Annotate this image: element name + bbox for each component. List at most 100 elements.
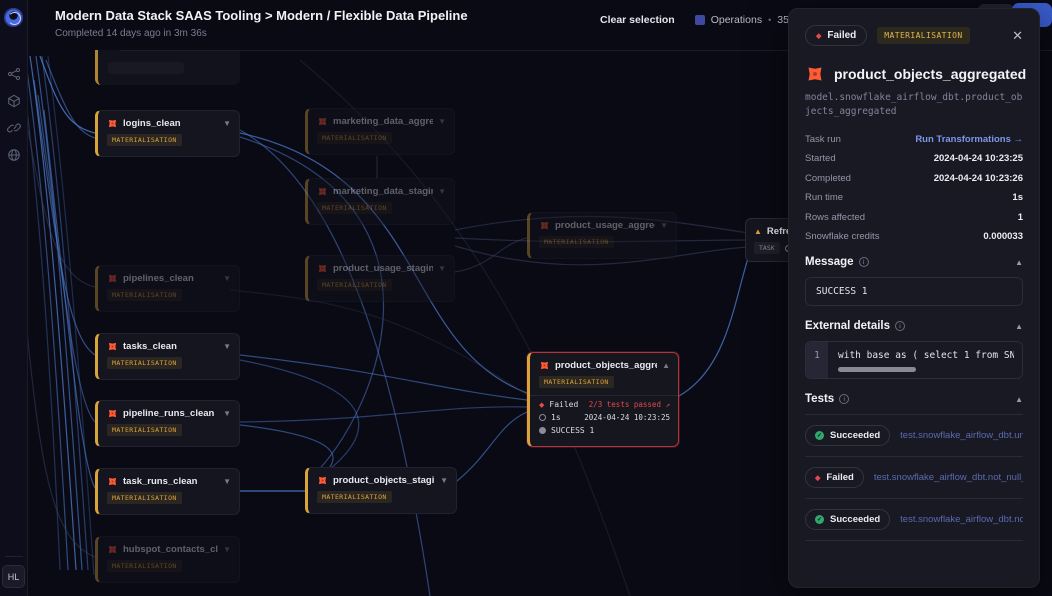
node-pipeline_runs_clean[interactable]: pipeline_runs_clean ▼ MATERIALISATION [95,400,240,447]
collapse-icon[interactable]: ▲ [1015,395,1023,404]
node-tasks_clean[interactable]: tasks_clean ▼ MATERIALISATION [95,333,240,380]
chevron-down-icon[interactable]: ▼ [223,545,231,554]
detail-row: Snowflake credits 0.000033 [805,231,1023,242]
detail-row: Started 2024-04-24 10:23:25 [805,153,1023,164]
test-status-badge: ✓ Succeeded [805,425,890,446]
info-icon[interactable]: i [895,321,905,331]
test-status-badge: ◆ Failed [805,467,864,488]
failed-diamond-icon: ◆ [815,474,820,482]
node-partial-badge [108,62,184,74]
node-label: product_objects_aggregated [555,360,657,371]
node-product_usage_staging[interactable]: product_usage_staging ▼ MATERIALISATION [305,255,455,302]
collapse-icon[interactable]: ▲ [1015,258,1023,267]
chevron-down-icon[interactable]: ▼ [223,477,231,486]
node-runtime: 1s [551,413,561,422]
globe-icon[interactable] [5,146,23,164]
failed-diamond-icon: ◆ [816,32,821,40]
pipelines-graph-icon[interactable] [5,65,23,83]
test-link[interactable]: test.snowflake_airflow_dbt.unique_pro [900,430,1023,441]
message-box: SUCCESS 1 [805,277,1023,306]
node-details-panel: ◆ Failed MATERIALISATION ✕ product_objec… [788,8,1040,588]
cube-icon[interactable] [5,92,23,110]
info-icon[interactable]: i [859,257,869,267]
chevron-up-icon[interactable]: ▲ [662,361,670,370]
status-badge-label: Failed [827,30,856,41]
check-circle-icon: ✓ [815,431,824,440]
node-label: pipeline_runs_clean [123,408,214,419]
detail-label: Completed [805,173,851,184]
operations-counter[interactable]: Operations • 35 [695,14,789,26]
detail-value: 2024-04-24 10:23:26 [934,173,1023,184]
node-marketing_data_aggregated[interactable]: marketing_data_aggregated ▼ MATERIALISAT… [305,108,455,155]
detail-value: 2024-04-24 10:23:25 [934,153,1023,164]
tests-section-title: Tests [805,393,834,405]
status-badge: ◆ Failed [805,25,867,46]
chevron-down-icon[interactable]: ▼ [660,221,668,230]
tests-summary-link[interactable]: 2/3 tests passed ↗ [589,400,670,409]
node-marketing_data_staging[interactable]: marketing_data_staging ▼ MATERIALISATION [305,178,455,225]
test-link[interactable]: test.snowflake_airflow_dbt.not_null_pr [874,472,1023,483]
dbt-icon [539,360,550,371]
dbt-icon [317,116,328,127]
code-line-number: 1 [806,342,828,378]
detail-label: Started [805,153,836,164]
failed-diamond-icon: ◆ [539,401,544,409]
info-icon[interactable]: i [839,394,849,404]
close-icon[interactable]: ✕ [1012,28,1023,44]
user-avatar[interactable]: HL [2,565,25,588]
node-product_usage_aggregated[interactable]: product_usage_aggregated ▼ MATERIALISATI… [527,212,677,259]
node-label: product_usage_staging [333,263,433,274]
materialisation-badge: MATERIALISATION [107,492,182,504]
chevron-down-icon[interactable]: ▼ [223,119,231,128]
code-line: with base as ( select 1 from SNOWFLAKE [838,350,1014,361]
dot-separator: • [768,15,771,25]
operations-label: Operations [711,14,762,26]
chevron-down-icon[interactable]: ▼ [438,117,446,126]
chevron-down-icon[interactable]: ▼ [223,409,231,418]
chevron-down-icon[interactable]: ▼ [223,342,231,351]
page-title: Modern Data Stack SAAS Tooling > Modern … [55,8,468,23]
detail-row: Run time 1s [805,192,1023,203]
check-circle-icon: ✓ [815,515,824,524]
node-product_objects_aggregated-selected[interactable]: product_objects_aggregated ▲ MATERIALISA… [527,352,679,447]
clear-selection-button[interactable]: Clear selection [600,14,675,26]
node-pipelines_clean[interactable]: pipelines_clean ▼ MATERIALISATION [95,265,240,312]
test-row: ✓ Succeeded test.snowflake_airflow_dbt.n… [805,499,1023,541]
horizontal-scrollbar[interactable] [838,367,916,372]
test-status-badge: ✓ Succeeded [805,509,890,530]
chevron-down-icon[interactable]: ▼ [438,187,446,196]
dbt-icon [107,544,118,555]
dbt-icon [107,118,118,129]
node-task_runs_clean[interactable]: task_runs_clean ▼ MATERIALISATION [95,468,240,515]
collapse-icon[interactable]: ▲ [1015,322,1023,331]
orchestra-logo-icon[interactable] [4,8,23,27]
chevron-down-icon[interactable]: ▼ [223,274,231,283]
message-section-title: Message [805,256,854,268]
detail-value: 1s [1012,192,1023,203]
chevron-down-icon[interactable]: ▼ [438,264,446,273]
node-label: logins_clean [123,118,181,129]
dbt-icon [107,408,118,419]
details-list: Task run Run Transformations → Started 2… [805,134,1023,243]
operations-icon [695,15,705,25]
chevron-down-icon[interactable]: ▼ [440,476,448,485]
dbt-icon [317,186,328,197]
materialisation-badge: MATERIALISATION [539,236,614,248]
link-icon[interactable] [5,119,23,137]
node-logins_clean[interactable]: logins_clean ▼ MATERIALISATION [95,110,240,157]
detail-row: Rows affected 1 [805,212,1023,223]
left-sidebar: HL [0,0,28,596]
materialisation-badge: MATERIALISATION [107,424,182,436]
dbt-icon [107,273,118,284]
test-link[interactable]: test.snowflake_airflow_dbt.not_null_pr [900,514,1023,525]
node-status: Failed [549,400,578,409]
node-label: tasks_clean [123,341,177,352]
task-run-link[interactable]: Run Transformations → [915,134,1023,145]
node-label: pipelines_clean [123,273,194,284]
dbt-icon [107,341,118,352]
test-status-label: Succeeded [830,514,880,525]
node-product_objects_staging[interactable]: product_objects_staging ▼ MATERIALISATIO… [305,467,457,514]
node-label: hubspot_contacts_clean [123,544,218,555]
node-label: product_objects_staging [333,475,435,486]
node-hubspot_contacts_clean[interactable]: hubspot_contacts_clean ▼ MATERIALISATION [95,536,240,583]
